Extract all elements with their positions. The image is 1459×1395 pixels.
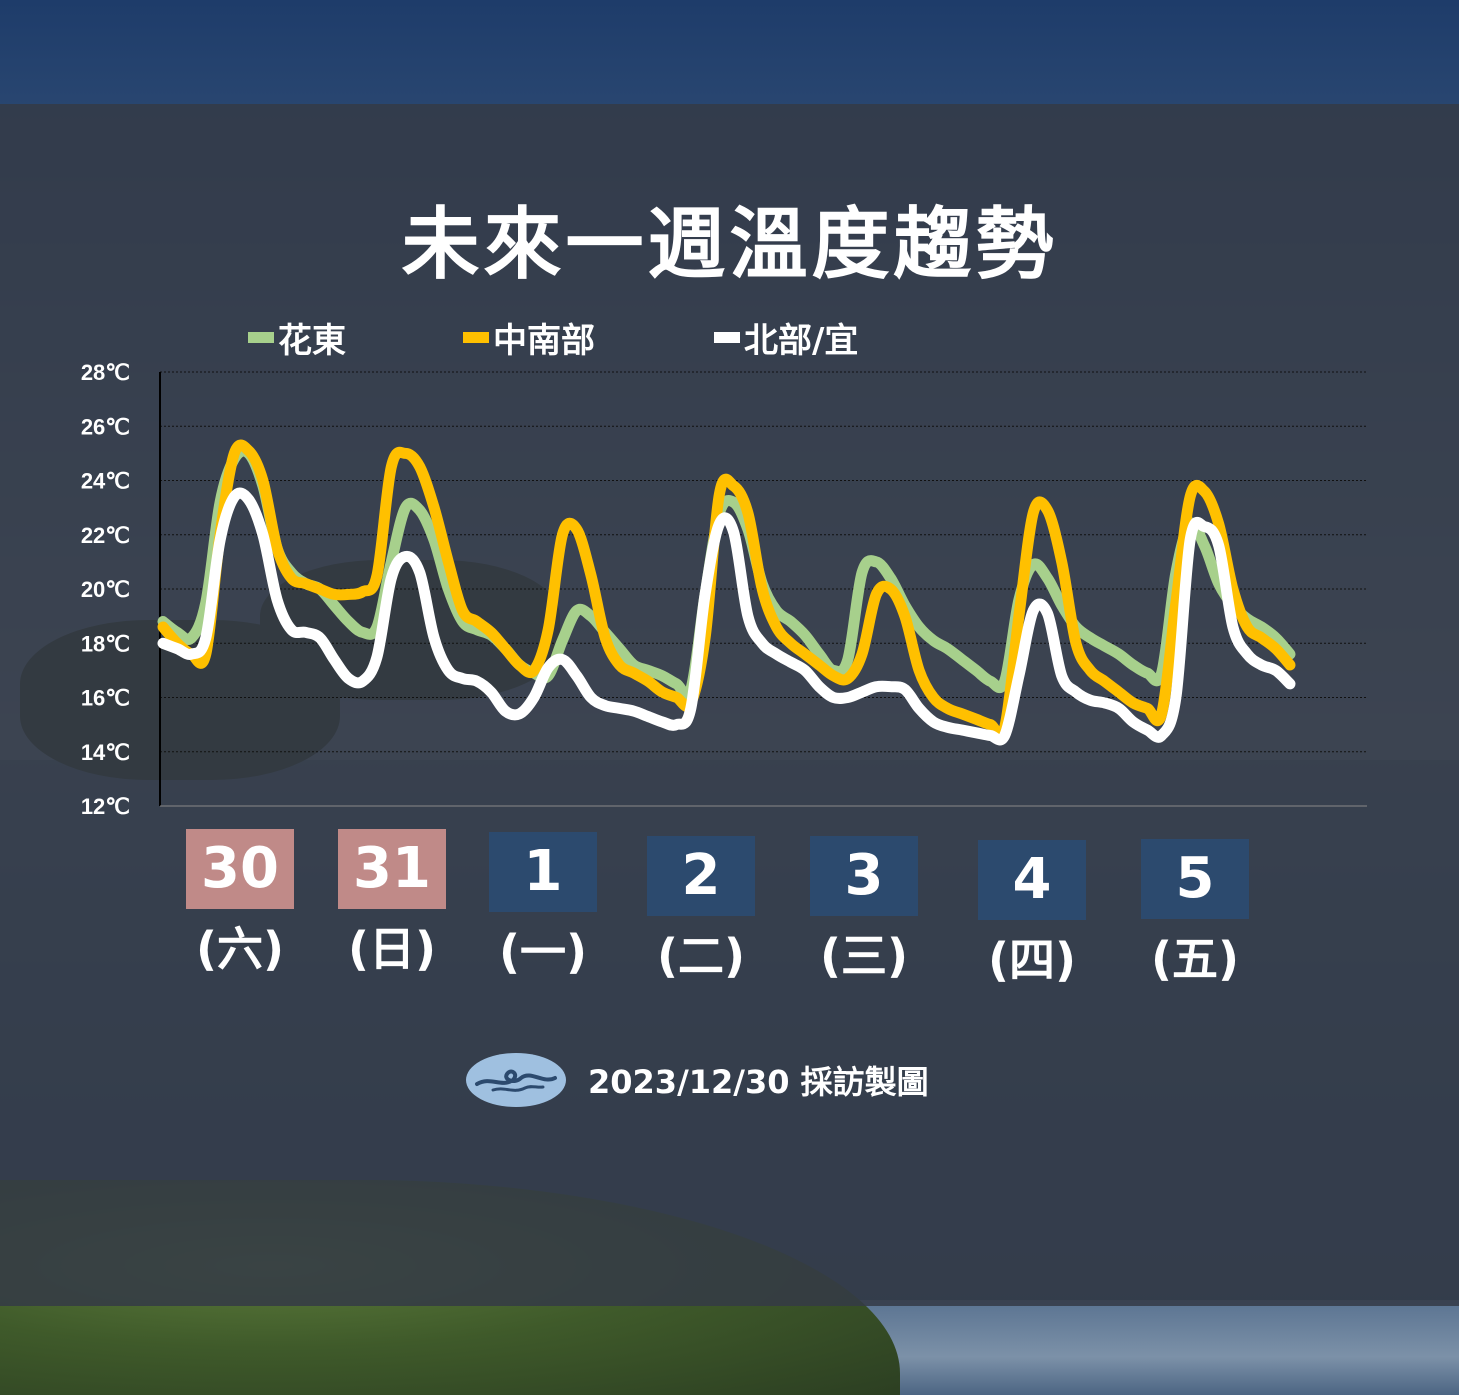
day-weekday: (四) xyxy=(987,933,1077,987)
footer-date-text: 2023/12/30 採訪製圖 xyxy=(588,1063,929,1101)
y-tick-label: 26℃ xyxy=(81,414,130,439)
day-weekday: (三) xyxy=(819,929,909,983)
day-number-badge: 1 xyxy=(489,832,597,912)
day-number-badge: 2 xyxy=(647,836,755,916)
cwa-cloud-logo-icon xyxy=(466,1053,566,1107)
series-lines xyxy=(157,439,1296,746)
day-weekday: (五) xyxy=(1150,932,1240,986)
day-number-badge: 4 xyxy=(978,840,1086,920)
day-weekday: (日) xyxy=(347,922,437,976)
day-weekday: (一) xyxy=(498,925,588,979)
day-number-badge: 30 xyxy=(186,829,294,909)
y-tick-label: 16℃ xyxy=(81,686,130,711)
y-tick-label: 22℃ xyxy=(81,523,130,548)
y-axis-labels: 12℃ 14℃ 16℃ 18℃ 20℃ 22℃ 24℃ 26℃ 28℃ xyxy=(81,360,130,819)
day-number-badge: 5 xyxy=(1141,839,1249,919)
series-line-central_south xyxy=(157,439,1296,741)
day-number-badge: 31 xyxy=(338,829,446,909)
day-label: 5 (五) xyxy=(1135,839,1255,989)
day-label: 1 (一) xyxy=(483,832,603,982)
day-label: 4 (四) xyxy=(972,840,1092,990)
day-weekday: (二) xyxy=(656,929,746,983)
y-tick-label: 12℃ xyxy=(81,794,130,819)
y-tick-label: 20℃ xyxy=(81,577,130,602)
series-line-north xyxy=(157,487,1296,746)
y-tick-label: 24℃ xyxy=(81,469,130,494)
day-label: 30 (六) xyxy=(180,829,300,979)
day-number-badge: 3 xyxy=(810,836,918,916)
day-label: 2 (二) xyxy=(641,836,761,986)
day-label: 3 (三) xyxy=(804,836,924,986)
y-tick-label: 18℃ xyxy=(81,631,130,656)
day-label: 31 (日) xyxy=(332,829,452,979)
y-tick-label: 28℃ xyxy=(81,360,130,385)
temperature-chart: 12℃ 14℃ 16℃ 18℃ 20℃ 22℃ 24℃ 26℃ 28℃ xyxy=(81,360,1367,819)
day-weekday: (六) xyxy=(195,922,285,976)
y-tick-label: 14℃ xyxy=(81,740,130,765)
footer: 2023/12/30 採訪製圖 xyxy=(466,1052,929,1108)
